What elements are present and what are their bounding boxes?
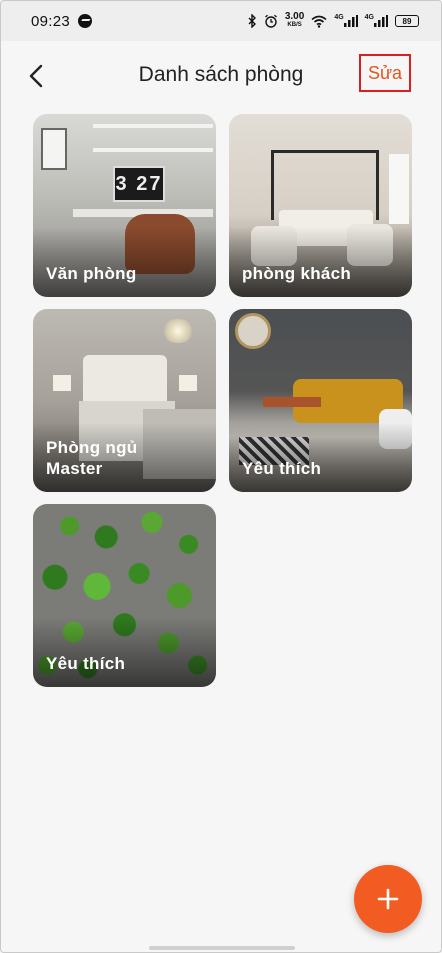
lamp-left: [53, 375, 71, 391]
back-button[interactable]: [23, 63, 49, 89]
room-label: Văn phòng: [46, 264, 137, 283]
status-left: 09:23: [31, 12, 93, 30]
page-title: Danh sách phòng: [138, 63, 304, 86]
signal-sim2-icon: 4G: [365, 13, 388, 29]
round-mirror: [235, 313, 271, 349]
wifi-icon: [311, 13, 327, 29]
sim2-network-tag: 4G: [364, 13, 374, 21]
home-indicator[interactable]: [149, 946, 295, 950]
status-right: 3.00 KB/S 4G 4G 89: [247, 11, 419, 29]
label-gradient: [229, 422, 412, 492]
wall-frame: [41, 128, 67, 170]
room-card-office[interactable]: 3 27 Văn phòng: [33, 114, 216, 297]
chandelier: [161, 319, 195, 343]
bluetooth-icon: [247, 13, 257, 29]
shelf: [93, 124, 213, 128]
add-room-button[interactable]: [354, 865, 422, 933]
status-time: 09:23: [31, 12, 71, 30]
room-card-master-bedroom[interactable]: Phòng ngủ Master: [33, 309, 216, 492]
net-speed-value: 3.00: [284, 11, 305, 22]
room-label: phòng khách: [242, 264, 352, 283]
status-bar: 09:23 3.00 KB/S 4G 4G 89: [1, 1, 441, 41]
shelf: [93, 148, 213, 152]
room-label: Yêu thích: [242, 459, 322, 478]
chevron-left-icon: [29, 64, 43, 88]
label-gradient: [33, 227, 216, 297]
net-speed-unit: KB/S: [287, 22, 302, 28]
lamp-right: [179, 375, 197, 391]
room-card-favorite-1[interactable]: Yêu thích: [229, 309, 412, 492]
monitor-clock: 3 27: [113, 166, 165, 202]
app-screen: 09:23 3.00 KB/S 4G 4G 89 Danh sách phòng…: [0, 0, 442, 953]
plus-icon: [377, 888, 399, 910]
label-gradient: [33, 617, 216, 687]
room-card-living-room[interactable]: phòng khách: [229, 114, 412, 297]
messenger-icon: [78, 14, 93, 28]
room-grid: 3 27 Văn phòng phòng khách Phòng ngủ Mas…: [33, 114, 413, 687]
label-gradient: [229, 227, 412, 297]
app-header: Danh sách phòng Sửa: [1, 41, 441, 109]
coffee-table: [263, 397, 321, 407]
net-speed: 3.00 KB/S: [284, 11, 305, 29]
sim1-network-tag: 4G: [334, 13, 344, 21]
battery-icon: 89: [395, 15, 419, 27]
room-label: Phòng ngủ Master: [46, 438, 138, 478]
room-label: Yêu thích: [46, 654, 126, 673]
window: [389, 154, 409, 224]
room-card-favorite-2[interactable]: Yêu thích: [33, 504, 216, 687]
alarm-icon: [264, 13, 278, 29]
edit-button[interactable]: Sửa: [359, 54, 411, 92]
signal-sim1-icon: 4G: [334, 13, 358, 29]
